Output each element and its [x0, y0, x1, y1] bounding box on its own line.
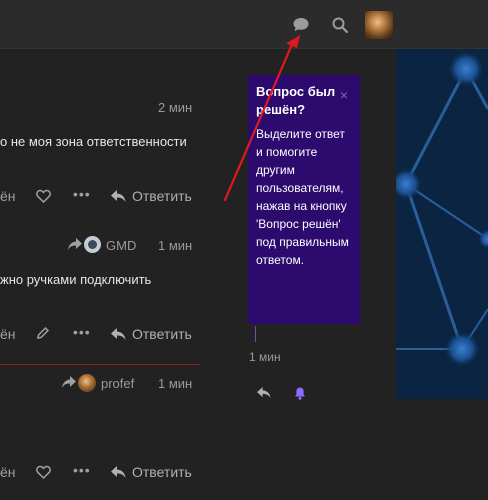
annotation-arrow — [223, 35, 301, 202]
